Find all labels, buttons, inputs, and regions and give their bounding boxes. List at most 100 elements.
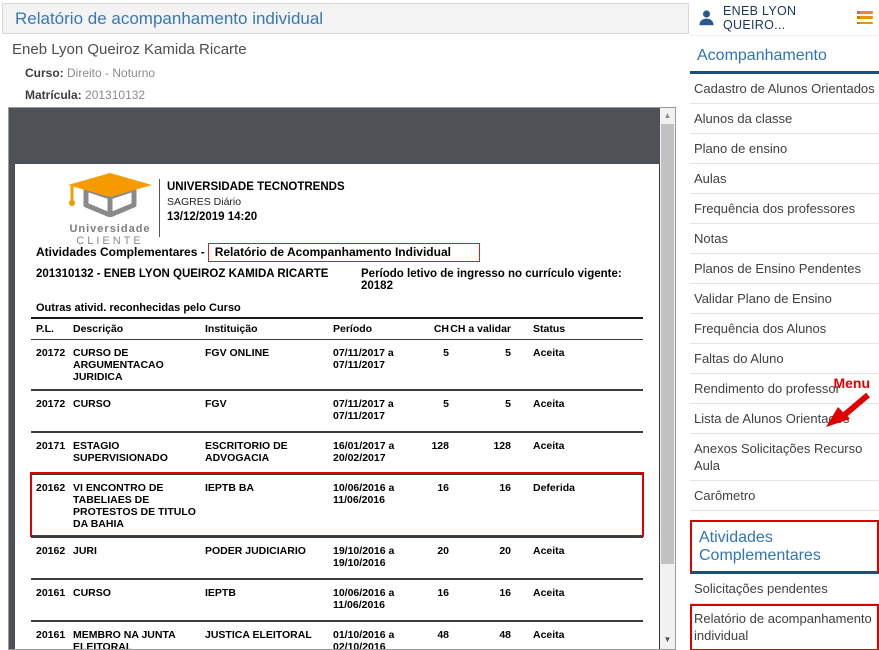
sidebar-item[interactable]: Cadastro de Alunos Orientados xyxy=(690,74,879,104)
cell-descricao: ESTAGIO SUPERVISIONADO xyxy=(73,440,205,467)
cell-instituicao: IEPTB BA xyxy=(205,482,333,530)
cell-pl: 20172 xyxy=(31,347,73,383)
cell-ch: 16 xyxy=(415,482,449,530)
cell-periodo: 10/06/2016 a11/06/2016 xyxy=(333,482,415,530)
report-student-row: 201310132 - ENEB LYON QUEIROZ KAMIDA RIC… xyxy=(36,268,646,280)
student-enrollment-line: Matrícula: 201310132 xyxy=(25,88,145,102)
page-title-bar: Relatório de acompanhamento individual xyxy=(2,3,689,34)
sidebar-section-title: Acompanhamento xyxy=(690,40,879,74)
course-label: Curso: xyxy=(25,66,64,80)
sidebar-item[interactable]: Faltas do Aluno xyxy=(690,344,879,374)
cell-ch-a-validar: 5 xyxy=(449,347,511,383)
cell-descricao: CURSO DE ARGUMENTACAO JURIDICA xyxy=(73,347,205,383)
col-header-instituicao: Instituição xyxy=(205,323,333,335)
table-row: 20162 VI ENCONTRO DE TABELIAES DE PROTES… xyxy=(31,473,643,536)
system-name: SAGRES Diário xyxy=(167,196,345,208)
cell-descricao: JURI xyxy=(73,545,205,572)
col-header-pl: P.L. xyxy=(31,323,73,335)
cell-ch: 16 xyxy=(415,587,449,614)
cell-periodo: 01/10/2016 a02/10/2016 xyxy=(333,629,415,650)
sidebar-item[interactable]: Notas xyxy=(690,224,879,254)
cell-ch: 5 xyxy=(415,347,449,383)
col-header-ch-a-validar: CH a validar xyxy=(449,323,511,335)
cell-status: Aceita xyxy=(511,587,581,614)
cell-status: Aceita xyxy=(511,440,581,467)
sidebar-item[interactable]: Alunos da classe xyxy=(690,104,879,134)
table-header-row: P.L. Descrição Instituição Período CH CH… xyxy=(31,317,643,340)
student-course-line: Curso: Direito - Noturno xyxy=(25,66,155,80)
table-row: 20161 MEMBRO NA JUNTA ELEITORAL JUSTICA … xyxy=(31,620,643,650)
sidebar-section-title: Atividades Complementares xyxy=(690,520,879,574)
table-row: 20162 JURI PODER JUDICIARIO 19/10/2016 a… xyxy=(31,536,643,578)
sidebar-section: Atividades Complementares Solicitações p… xyxy=(690,511,879,650)
cell-descricao: VI ENCONTRO DE TABELIAES DE PROTESTOS DE… xyxy=(73,482,205,530)
sidebar-item[interactable]: Frequência dos professores xyxy=(690,194,879,224)
cell-status: Aceita xyxy=(511,545,581,572)
sidebar-item[interactable]: Plano de ensino xyxy=(690,134,879,164)
cell-instituicao: FGV xyxy=(205,398,333,425)
cell-periodo: 07/11/2017 a07/11/2017 xyxy=(333,347,415,383)
period-value: 20182 xyxy=(361,280,393,292)
table-row: 20172 CURSO DE ARGUMENTACAO JURIDICA FGV… xyxy=(31,340,643,389)
cell-ch-a-validar: 128 xyxy=(449,440,511,467)
sidebar-item[interactable]: Frequência dos Alunos xyxy=(690,314,879,344)
cell-ch-a-validar: 5 xyxy=(449,398,511,425)
cell-ch: 20 xyxy=(415,545,449,572)
cell-pl: 20162 xyxy=(31,482,73,530)
organization-block: UNIVERSIDADE TECNOTRENDS SAGRES Diário 1… xyxy=(167,181,345,223)
content-panel: Relatório de acompanhamento individual E… xyxy=(0,0,690,650)
report-section-title: Outras ativid. reconhecidas pelo Curso xyxy=(36,302,241,314)
report-page: Universidade CLIENTE UNIVERSIDADE TECNOT… xyxy=(15,164,659,650)
sidebar-item[interactable]: Rendimento do professor xyxy=(690,374,879,404)
report-period-info: Período letivo de ingresso no currículo … xyxy=(361,268,646,292)
scroll-up-arrow-icon[interactable]: ▲ xyxy=(660,108,675,123)
cell-ch-a-validar: 16 xyxy=(449,587,511,614)
cell-instituicao: ESCRITORIO DE ADVOGACIA xyxy=(205,440,333,467)
sidebar-item[interactable]: Anexos Solicitações Recurso Aula xyxy=(690,434,879,481)
scroll-down-arrow-icon[interactable]: ▼ xyxy=(660,632,675,647)
table-row: 20161 CURSO IEPTB 10/06/2016 a11/06/2016… xyxy=(31,578,643,620)
cell-periodo: 10/06/2016 a11/06/2016 xyxy=(333,587,415,614)
cell-instituicao: FGV ONLINE xyxy=(205,347,333,383)
sidebar-item[interactable]: Carômetro xyxy=(690,481,879,511)
cell-periodo: 19/10/2016 a19/10/2016 xyxy=(333,545,415,572)
report-student-line: 201310132 - ENEB LYON QUEIROZ KAMIDA RIC… xyxy=(36,268,328,280)
graduation-cap-icon xyxy=(58,171,162,217)
enrollment-label: Matrícula: xyxy=(25,88,82,102)
cell-descricao: MEMBRO NA JUNTA ELEITORAL xyxy=(73,629,205,650)
menu-list-icon[interactable] xyxy=(857,11,873,24)
cell-periodo: 16/01/2017 a20/02/2017 xyxy=(333,440,415,467)
cell-instituicao: IEPTB xyxy=(205,587,333,614)
col-header-status: Status xyxy=(511,323,581,335)
cell-ch: 5 xyxy=(415,398,449,425)
sidebar-item[interactable]: Aulas xyxy=(690,164,879,194)
app-window: Relatório de acompanhamento individual E… xyxy=(0,0,879,650)
report-datetime: 13/12/2019 14:20 xyxy=(167,211,345,223)
cell-status: Aceita xyxy=(511,629,581,650)
university-name: UNIVERSIDADE TECNOTRENDS xyxy=(167,181,345,193)
sidebar-item[interactable]: Relatório de acompanhamento individual xyxy=(690,604,879,650)
viewer-vertical-scrollbar[interactable]: ▲ ▼ xyxy=(660,108,675,649)
enrollment-value: 201310132 xyxy=(85,88,145,102)
cell-instituicao: PODER JUDICIARIO xyxy=(205,545,333,572)
cell-status: Aceita xyxy=(511,347,581,383)
logo-line1: Universidade xyxy=(55,223,165,235)
cell-pl: 20171 xyxy=(31,440,73,467)
cell-pl: 20161 xyxy=(31,587,73,614)
report-title-highlighted: Relatório de Acompanhamento Individual xyxy=(208,243,480,262)
sidebar-item[interactable]: Validar Plano de Ensino xyxy=(690,284,879,314)
sidebar-item[interactable]: Lista de Alunos Orientados xyxy=(690,404,879,434)
sidebar-item[interactable]: Solicitações pendentes xyxy=(690,574,879,604)
cell-pl: 20162 xyxy=(31,545,73,572)
report-header: Universidade CLIENTE UNIVERSIDADE TECNOT… xyxy=(15,171,659,241)
cell-pl: 20172 xyxy=(31,398,73,425)
cell-descricao: CURSO xyxy=(73,587,205,614)
cell-ch-a-validar: 48 xyxy=(449,629,511,650)
table-row: 20171 ESTAGIO SUPERVISIONADO ESCRITORIO … xyxy=(31,431,643,473)
document-viewer: Universidade CLIENTE UNIVERSIDADE TECNOT… xyxy=(8,107,676,650)
cell-instituicao: JUSTICA ELEITORAL xyxy=(205,629,333,650)
scrollbar-thumb[interactable] xyxy=(661,124,674,564)
sidebar-item[interactable]: Planos de Ensino Pendentes xyxy=(690,254,879,284)
sidebar: ENEB LYON QUEIRO... Acompanhamento Cadas… xyxy=(690,0,879,650)
user-row[interactable]: ENEB LYON QUEIRO... xyxy=(690,0,879,36)
